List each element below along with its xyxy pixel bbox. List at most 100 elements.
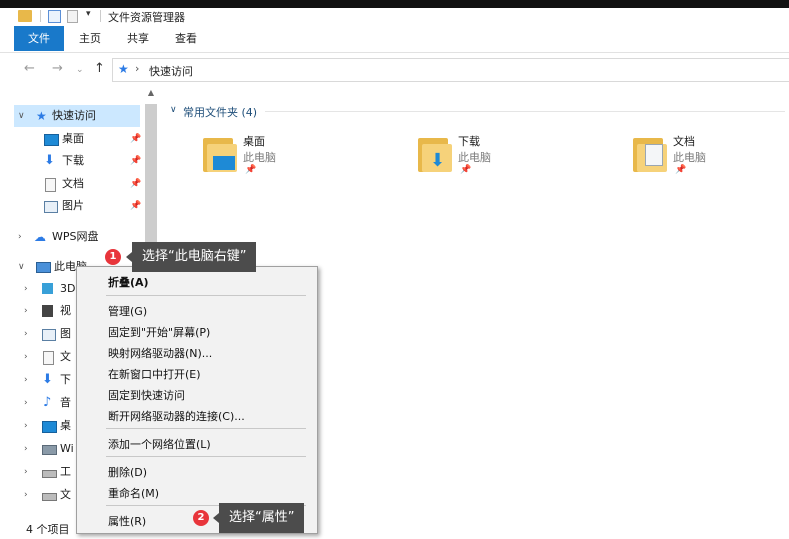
sidebar-item-downloads-pc[interactable]: › ⬇ 下	[24, 369, 84, 391]
sidebar-item-wps-cloud[interactable]: › ☁ WPS网盘	[14, 226, 140, 248]
step-badge-1: 1	[105, 249, 121, 265]
menu-item-map-network-drive[interactable]: 映射网络驱动器(N)...	[108, 345, 212, 361]
desktop-icon	[42, 421, 57, 433]
sidebar-item-windows-drive[interactable]: › Wi	[24, 438, 84, 460]
chevron-right-icon[interactable]: ›	[24, 438, 28, 460]
sidebar-item-pictures[interactable]: 图片 📌	[0, 195, 143, 217]
callout-step-1: 选择“此电脑右键”	[125, 242, 257, 272]
download-icon: ⬇	[42, 372, 53, 387]
sidebar-item-label: 文	[60, 488, 71, 501]
navigation-bar: ← → ⌄ ↑ ★ › 快速访问	[0, 53, 789, 87]
menu-item-disconnect-network-drive[interactable]: 断开网络驱动器的连接(C)...	[108, 408, 245, 424]
folder-icon	[633, 134, 667, 172]
menu-item-add-network-location[interactable]: 添加一个网络位置(L)	[108, 436, 211, 452]
sidebar-item-documents[interactable]: 文档 📌	[0, 173, 143, 195]
chevron-down-icon[interactable]: ∨	[18, 256, 25, 278]
sidebar-item-label: 工	[60, 465, 71, 478]
chevron-right-icon[interactable]: ›	[18, 226, 22, 248]
sidebar-item-desktop-pc[interactable]: › 桌	[24, 415, 84, 437]
download-arrow-icon: ⬇	[430, 150, 446, 171]
menu-item-delete[interactable]: 删除(D)	[108, 464, 147, 480]
cube-icon	[42, 283, 53, 294]
chevron-right-icon[interactable]: ›	[24, 300, 28, 322]
customize-toolbar-chevron-icon[interactable]: ▾	[86, 9, 91, 23]
chevron-right-icon[interactable]: ›	[24, 323, 28, 345]
folder-tile-desktop[interactable]: 桌面 此电脑 📌	[203, 128, 323, 188]
chevron-right-icon[interactable]: ›	[24, 484, 28, 506]
pin-icon: 📌	[675, 165, 687, 175]
sidebar-item-3d-objects[interactable]: › 3D	[24, 278, 84, 300]
sidebar-item-desktop[interactable]: 桌面 📌	[0, 128, 143, 150]
chevron-right-icon[interactable]: ›	[24, 346, 28, 368]
sidebar-item-docs-drive[interactable]: › 文	[24, 484, 84, 506]
tab-home[interactable]: 主页	[72, 26, 108, 51]
menu-item-open-new-window[interactable]: 在新窗口中打开(E)	[108, 366, 201, 382]
title-bar: ▾ 文件资源管理器	[0, 8, 789, 26]
breadcrumb-quick-access[interactable]: 快速访问	[149, 63, 193, 79]
properties-check-icon[interactable]	[48, 10, 61, 23]
cloud-icon: ☁	[34, 230, 46, 244]
sidebar-item-label: 下载	[62, 154, 84, 167]
folder-icon[interactable]	[18, 10, 32, 22]
chevron-down-icon[interactable]: ∨	[170, 105, 177, 115]
up-arrow-icon[interactable]: ↑	[94, 61, 105, 76]
address-bar[interactable]: ★ › 快速访问	[112, 58, 789, 82]
back-arrow-icon[interactable]: ←	[24, 61, 35, 76]
sidebar-item-label: 音	[60, 396, 71, 409]
chevron-right-icon[interactable]: ›	[24, 392, 28, 414]
menu-item-rename[interactable]: 重命名(M)	[108, 485, 159, 501]
tab-share[interactable]: 共享	[120, 26, 156, 51]
pin-icon: 📌	[460, 165, 472, 175]
sidebar-item-videos[interactable]: › 视	[24, 300, 84, 322]
menu-item-manage[interactable]: 管理(G)	[108, 303, 147, 319]
folder-tile-documents[interactable]: 文档 此电脑 📌	[633, 128, 753, 188]
drive-icon	[42, 493, 57, 501]
tab-file[interactable]: 文件	[14, 26, 64, 51]
picture-icon	[44, 201, 58, 213]
sidebar-item-quick-access[interactable]: ∨ ★ 快速访问	[14, 105, 140, 127]
star-icon: ★	[36, 109, 47, 123]
sidebar-item-downloads[interactable]: ⬇ 下载 📌	[0, 150, 143, 172]
pin-icon: 📌	[130, 201, 142, 211]
tab-view[interactable]: 查看	[168, 26, 204, 51]
screen-top-strip	[0, 0, 789, 8]
breadcrumb-chevron-icon[interactable]: ›	[135, 62, 139, 75]
window-title: 文件资源管理器	[108, 11, 185, 24]
chevron-right-icon[interactable]: ›	[24, 369, 28, 391]
desktop-icon	[44, 134, 59, 146]
chevron-right-icon[interactable]: ›	[24, 461, 28, 483]
sidebar-item-documents-pc[interactable]: › 文	[24, 346, 84, 368]
sidebar-item-music[interactable]: › ♪ 音	[24, 392, 84, 414]
chevron-down-icon[interactable]: ∨	[18, 105, 25, 127]
screenshot: ▾ 文件资源管理器 文件 主页 共享 查看 ← → ⌄ ↑ ★ › 快速访问 ▲	[0, 0, 789, 539]
chevron-right-icon[interactable]: ›	[24, 415, 28, 437]
menu-item-pin-quick-access[interactable]: 固定到快速访问	[108, 387, 185, 403]
forward-arrow-icon[interactable]: →	[52, 61, 63, 76]
folder-icon	[203, 134, 237, 172]
computer-icon	[36, 262, 51, 273]
group-header-frequent-folders[interactable]: 常用文件夹 (4)	[183, 104, 257, 120]
picture-icon	[42, 329, 56, 341]
step-badge-2: 2	[193, 510, 209, 526]
drive-icon	[42, 470, 57, 478]
chevron-right-icon[interactable]: ›	[24, 278, 28, 300]
tile-location: 此电脑	[243, 151, 276, 164]
menu-item-collapse[interactable]: 折叠(A)	[108, 274, 149, 290]
tile-name: 下载	[458, 135, 480, 148]
new-folder-icon[interactable]	[67, 10, 78, 23]
scrollbar-thumb[interactable]	[145, 104, 157, 254]
scroll-up-arrow-icon[interactable]: ▲	[143, 88, 159, 102]
folder-tile-downloads[interactable]: ⬇ 下载 此电脑 📌	[418, 128, 538, 188]
sidebar-item-label: 视	[60, 304, 71, 317]
menu-item-pin-to-start[interactable]: 固定到"开始"屏幕(P)	[108, 324, 210, 340]
sidebar-item-pictures-pc[interactable]: › 图	[24, 323, 84, 345]
sidebar-item-label: 桌面	[62, 132, 84, 145]
recent-locations-chevron-icon[interactable]: ⌄	[76, 65, 84, 75]
pin-icon: 📌	[130, 134, 142, 144]
tile-location: 此电脑	[673, 151, 706, 164]
drive-icon	[42, 445, 57, 455]
context-menu: 折叠(A) 管理(G) 固定到"开始"屏幕(P) 映射网络驱动器(N)... 在…	[76, 266, 318, 534]
sidebar-item-work-drive[interactable]: › 工	[24, 461, 84, 483]
menu-item-properties[interactable]: 属性(R)	[108, 513, 146, 529]
folder-icon: ⬇	[418, 134, 452, 172]
